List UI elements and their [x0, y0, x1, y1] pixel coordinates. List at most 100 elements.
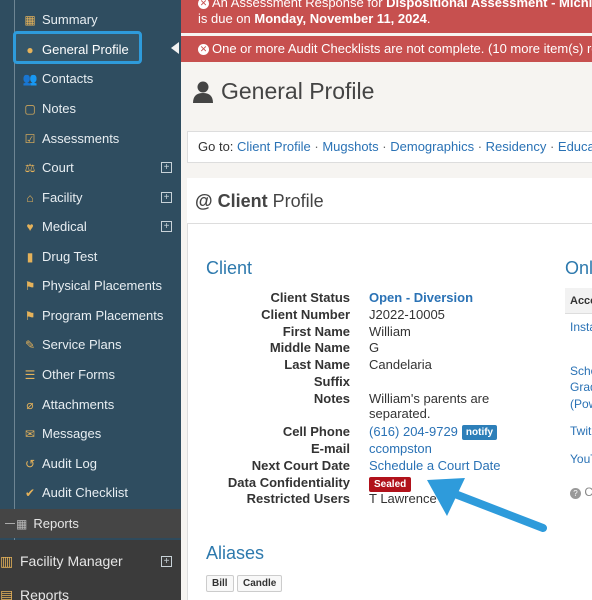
sidebar-item-summary[interactable]: ▦ Summary: [0, 5, 181, 34]
online-link[interactable]: Scho: [565, 363, 592, 379]
alias-chip: Candle: [237, 575, 283, 592]
alert-due-date: Monday, November 11, 2024: [254, 11, 427, 26]
sidebar-item-drug-test[interactable]: ▮ Drug Test: [0, 242, 181, 271]
sidebar-item-reports-global[interactable]: ▤ Reports: [0, 580, 181, 600]
sidebar-item-medical[interactable]: ♥ Medical +: [0, 212, 181, 241]
sidebar-item-general-profile[interactable]: ● General Profile: [0, 35, 181, 64]
online-link[interactable]: (Pow: [565, 396, 592, 412]
field-value: J2022-10005: [369, 307, 445, 322]
field-value-text: William: [369, 324, 411, 339]
summary-icon: ▦: [24, 12, 36, 27]
close-circle-icon[interactable]: ✕: [198, 0, 209, 10]
field-email: E-mail ccompston: [181, 441, 561, 457]
assessment-due-alert: ✕ An Assessment Response for Dispositiona…: [181, 0, 592, 33]
field-value[interactable]: ccompston: [369, 441, 432, 456]
notes-line: William's parents are: [369, 391, 490, 406]
sidebar-item-notes[interactable]: ▢ Notes: [0, 94, 181, 123]
sidebar-item-label: General Profile: [42, 42, 129, 57]
sidebar-item-label: Facility Manager: [20, 553, 123, 569]
sidebar-item-label: Program Placements: [42, 308, 164, 323]
sidebar-bottom-menu: ▥ Facility Manager + ▤ Reports: [0, 540, 181, 600]
notes-icon: ▢: [24, 101, 36, 116]
alias-chip: Bill: [206, 575, 234, 592]
expand-plus-icon[interactable]: +: [161, 162, 172, 173]
sidebar-item-reports[interactable]: ▦ Reports: [0, 509, 181, 538]
field-label: Restricted Users: [246, 491, 350, 506]
sidebar-item-label: Summary: [42, 12, 98, 27]
online-link[interactable]: Insta: [565, 319, 592, 335]
field-label: Data Confidentiality: [227, 475, 350, 490]
panel-title: @ Client Profile: [195, 191, 324, 212]
field-label: Client Number: [261, 307, 350, 322]
alert-text: .: [426, 11, 431, 26]
goto-label: Go to:: [198, 139, 234, 154]
sidebar-item-court[interactable]: ⚖ Court +: [0, 153, 181, 182]
sidebar-item-messages[interactable]: ✉ Messages: [0, 419, 181, 448]
main-content: ✕ An Assessment Response for Dispositiona…: [181, 0, 592, 600]
goto-separator: ·: [310, 139, 323, 154]
expand-plus-icon[interactable]: +: [161, 221, 172, 232]
field-label: Client Status: [270, 290, 350, 305]
facility-icon: ⌂: [26, 190, 34, 205]
field-value-text[interactable]: (616) 204-9729: [369, 424, 458, 439]
tree-connector: [5, 523, 15, 524]
flag-icon: ⚑: [24, 278, 36, 293]
sidebar-item-facility[interactable]: ⌂ Facility +: [0, 183, 181, 212]
reports-icon: ▤: [0, 586, 14, 600]
sidebar-item-label: Physical Placements: [42, 278, 162, 293]
court-icon: ⚖: [24, 160, 36, 175]
sidebar-item-audit-checklist[interactable]: ✔ Audit Checklist: [0, 478, 181, 507]
field-label: Middle Name: [269, 340, 350, 355]
sidebar-item-label: Medical: [42, 219, 87, 234]
medical-icon: ♥: [26, 219, 34, 234]
sidebar-item-assessments[interactable]: ☑ Assessments: [0, 124, 181, 153]
field-value-text[interactable]: ccompston: [369, 441, 432, 456]
field-suffix: Suffix: [181, 374, 561, 390]
sidebar-item-audit-log[interactable]: ↺ Audit Log: [0, 449, 181, 478]
field-value-text[interactable]: Open - Diversion: [369, 290, 473, 305]
collapse-sidebar-caret-icon[interactable]: [171, 42, 179, 54]
field-value[interactable]: Open - Diversion: [369, 290, 473, 305]
close-circle-icon[interactable]: ✕: [198, 44, 209, 56]
goto-link[interactable]: Mugshots: [322, 139, 378, 154]
sidebar-item-label: Contacts: [42, 71, 94, 86]
online-link[interactable]: YouT: [565, 451, 592, 467]
sidebar-item-label: Attachments: [42, 397, 115, 412]
online-link[interactable]: Twit: [565, 423, 592, 439]
sidebar-item-contacts[interactable]: 👥 Contacts: [0, 64, 181, 93]
field-value-text: Candelaria: [369, 357, 432, 372]
goto-link[interactable]: Education: [558, 139, 592, 154]
online-link[interactable]: Grad: [565, 379, 592, 395]
alert-text: An Assessment Response for: [212, 0, 387, 10]
page-title-text: General Profile: [221, 78, 375, 104]
notify-button[interactable]: notify: [461, 425, 498, 441]
at-icon: @: [195, 191, 213, 211]
service-plans-icon: ✎: [24, 337, 36, 352]
field-value-text[interactable]: Schedule a Court Date: [369, 458, 501, 473]
field-value[interactable]: Schedule a Court Date: [369, 458, 501, 473]
sidebar-item-service-plans[interactable]: ✎ Service Plans: [0, 330, 181, 359]
goto-link[interactable]: Residency: [486, 139, 547, 154]
goto-link[interactable]: Demographics: [390, 139, 474, 154]
sidebar-item-label: Service Plans: [42, 337, 122, 352]
online-help-text: C: [584, 485, 592, 499]
sidebar-item-label: Messages: [42, 426, 102, 441]
sidebar-item-physical-placements[interactable]: ⚑ Physical Placements: [0, 271, 181, 300]
field-value-text: G: [369, 340, 380, 355]
assessments-icon: ☑: [24, 131, 36, 146]
drug-test-icon: ▮: [26, 249, 34, 264]
sidebar-item-program-placements[interactable]: ⚑ Program Placements: [0, 301, 181, 330]
expand-plus-icon[interactable]: +: [161, 555, 172, 567]
expand-plus-icon[interactable]: +: [161, 192, 172, 203]
field-value: Sealed: [369, 475, 412, 492]
panel-title-bold: Client: [217, 191, 268, 211]
goto-link[interactable]: Client Profile: [237, 139, 311, 154]
notes-line: separated.: [369, 406, 431, 421]
field-value[interactable]: (616) 204-9729 notify: [369, 424, 498, 441]
goto-separator: ·: [474, 139, 486, 154]
client-section-title: Client: [206, 258, 253, 278]
sidebar-item-other-forms[interactable]: ☰ Other Forms: [0, 360, 181, 389]
sidebar-item-facility-manager[interactable]: ▥ Facility Manager +: [0, 546, 181, 576]
field-value: William: [369, 324, 411, 339]
sidebar-item-attachments[interactable]: ⌀ Attachments: [0, 390, 181, 419]
